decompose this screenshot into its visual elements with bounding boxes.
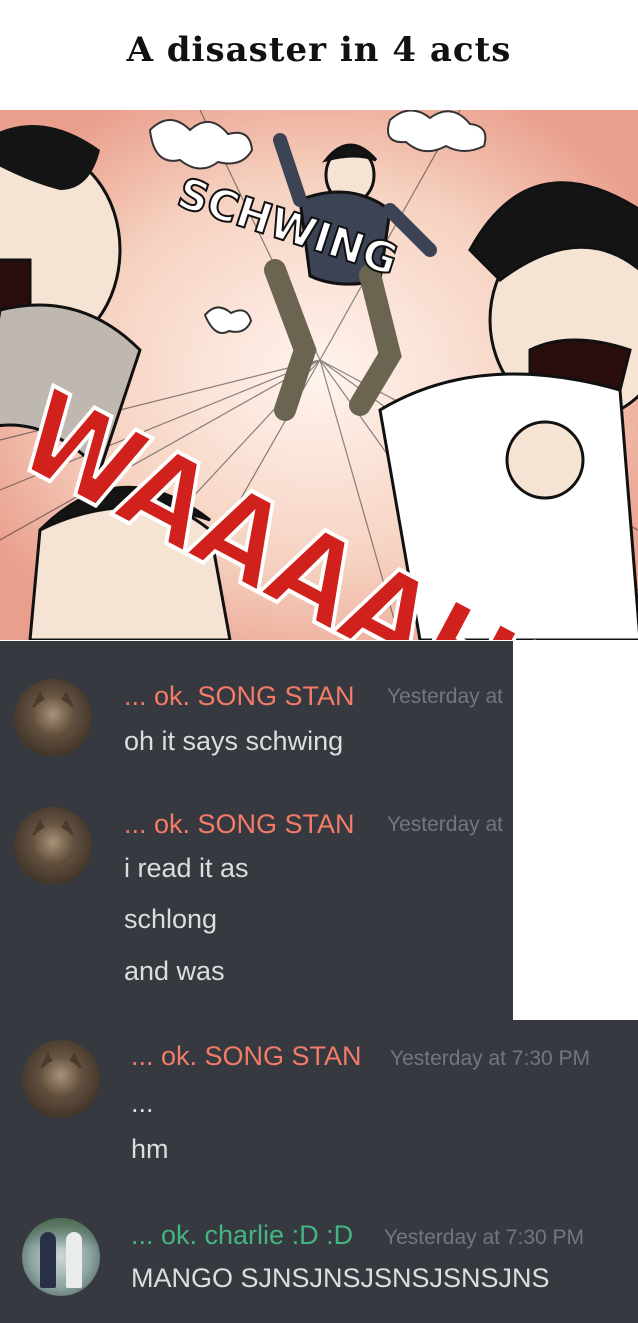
message-text: i read it as [124, 853, 249, 883]
message-text: hm [131, 1134, 169, 1164]
page-title: A disaster in 4 acts [126, 30, 512, 70]
message-author[interactable]: ... ok. charlie :D :D [131, 1220, 353, 1251]
message-text: ... [131, 1088, 154, 1118]
message-author[interactable]: ... ok. SONG STAN [131, 1041, 362, 1072]
cat-avatar-icon[interactable] [22, 1040, 100, 1118]
message-text: and was [124, 956, 225, 986]
message-text: MANGO SJNSJNSJSNSJSNSJNS [131, 1263, 550, 1293]
message-timestamp: Yesterday at 7:30 PM [384, 1226, 585, 1249]
comic-panel: SCHWING WAAAAHHH [0, 110, 638, 640]
blank-area [513, 641, 638, 1020]
chat-panel-top: ... ok. SONG STAN Yesterday at oh it say… [0, 641, 513, 1020]
message-text: oh it says schwing [124, 726, 344, 756]
message-timestamp: Yesterday at 7:30 PM [390, 1047, 591, 1070]
cat-avatar-icon[interactable] [14, 679, 92, 757]
message-author[interactable]: ... ok. SONG STAN [124, 681, 355, 712]
two-figures-avatar-icon[interactable] [22, 1218, 100, 1296]
cat-avatar-icon[interactable] [14, 807, 92, 885]
chat-panel-bottom: ... ok. SONG STAN Yesterday at 7:30 PM .… [0, 1020, 638, 1323]
message-text: schlong [124, 904, 218, 934]
message-author[interactable]: ... ok. SONG STAN [124, 809, 355, 840]
comic-illustration: SCHWING WAAAAHHH [0, 110, 638, 640]
message-timestamp: Yesterday at [387, 813, 503, 836]
message-timestamp: Yesterday at [387, 685, 503, 708]
